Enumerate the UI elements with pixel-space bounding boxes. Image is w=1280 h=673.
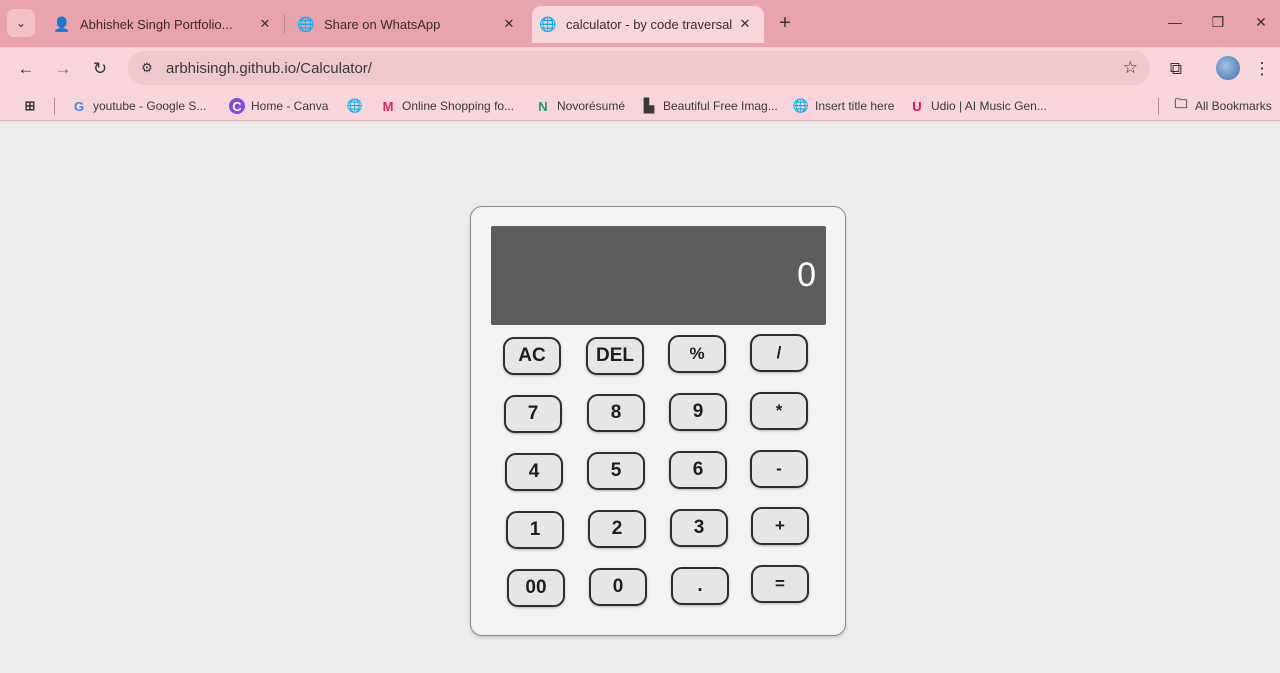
tab-title: Abhishek Singh Portfolio... xyxy=(80,17,233,32)
forward-arrow-icon[interactable]: → xyxy=(51,57,75,81)
key-clear[interactable]: AC xyxy=(503,337,561,375)
google-icon: G xyxy=(73,98,85,114)
new-tab-plus-icon[interactable]: + xyxy=(774,12,796,34)
key-delete[interactable]: DEL xyxy=(586,337,644,375)
site-info-icon[interactable]: ⚙ xyxy=(138,59,156,77)
person-icon: 👤 xyxy=(53,16,71,32)
bookmark-label: Novorésumé xyxy=(557,99,626,113)
close-icon[interactable]: ✕ xyxy=(736,15,754,33)
myntra-icon: M xyxy=(382,98,394,114)
bookmark-label: Beautiful Free Imag... xyxy=(663,99,778,113)
key-3[interactable]: 3 xyxy=(670,509,728,547)
key-double-zero[interactable]: 00 xyxy=(507,569,565,607)
key-9[interactable]: 9 xyxy=(669,393,727,431)
apps-grid-icon[interactable]: ⊞ xyxy=(22,97,38,115)
key-6[interactable]: 6 xyxy=(669,451,727,489)
bookmark-globe[interactable]: 🌐 xyxy=(347,97,369,115)
globe-icon: 🌐 xyxy=(297,16,315,32)
folder-icon: 🗀 xyxy=(1174,96,1188,111)
page-content: 0 AC DEL % / 7 8 9 * 4 5 6 - 1 2 3 + 00 … xyxy=(0,122,1280,673)
bookmark-divider xyxy=(54,98,55,115)
bookmark-insert-title[interactable]: 🌐 Insert title here xyxy=(793,97,894,115)
globe-icon: 🌐 xyxy=(346,98,364,113)
key-1[interactable]: 1 xyxy=(506,511,564,549)
bookmark-canva[interactable]: C Home - Canva xyxy=(229,97,328,115)
close-icon[interactable]: ✕ xyxy=(256,15,274,33)
key-7[interactable]: 7 xyxy=(504,395,562,433)
bookmark-label: Home - Canva xyxy=(251,99,329,113)
restore-icon[interactable]: ❐ xyxy=(1208,12,1228,32)
tab-divider xyxy=(284,14,285,34)
bookmark-unsplash[interactable]: ▙ Beautiful Free Imag... xyxy=(641,97,778,115)
profile-avatar[interactable] xyxy=(1216,56,1240,80)
url-text[interactable]: arbhisingh.github.io/Calculator/ xyxy=(166,60,372,77)
key-8[interactable]: 8 xyxy=(587,394,645,432)
toolbar: ← → ↻ ⚙ arbhisingh.github.io/Calculator/… xyxy=(0,47,1280,91)
key-equals[interactable]: = xyxy=(751,565,809,603)
browser-window: ⌄ 👤 Abhishek Singh Portfolio... ✕ 🌐 Shar… xyxy=(0,0,1280,673)
key-add[interactable]: + xyxy=(751,507,809,545)
tab-whatsapp[interactable]: 🌐 Share on WhatsApp ✕ xyxy=(288,6,528,43)
reload-icon[interactable]: ↻ xyxy=(88,57,112,81)
udio-icon: U xyxy=(912,98,922,114)
close-icon[interactable]: ✕ xyxy=(500,15,518,33)
all-bookmarks[interactable]: 🗀 All Bookmarks xyxy=(1173,96,1272,115)
tab-strip: ⌄ 👤 Abhishek Singh Portfolio... ✕ 🌐 Shar… xyxy=(0,0,1280,47)
key-0[interactable]: 0 xyxy=(589,568,647,606)
key-decimal[interactable]: . xyxy=(671,567,729,605)
key-percent[interactable]: % xyxy=(668,335,726,373)
bookmark-star-icon[interactable]: ☆ xyxy=(1123,58,1138,78)
minimize-icon[interactable]: — xyxy=(1165,12,1185,32)
key-4[interactable]: 4 xyxy=(505,453,563,491)
calculator: 0 AC DEL % / 7 8 9 * 4 5 6 - 1 2 3 + 00 … xyxy=(470,206,846,636)
key-subtract[interactable]: - xyxy=(750,450,808,488)
bookmark-divider xyxy=(1158,98,1159,115)
calculator-display: 0 xyxy=(491,226,826,325)
display-value: 0 xyxy=(797,256,816,294)
key-multiply[interactable]: * xyxy=(750,392,808,430)
tab-search-chevron-icon[interactable]: ⌄ xyxy=(7,9,35,37)
key-5[interactable]: 5 xyxy=(587,452,645,490)
extensions-puzzle-icon[interactable]: ⧉ xyxy=(1164,57,1188,81)
canva-icon: C xyxy=(229,98,245,114)
all-bookmarks-label: All Bookmarks xyxy=(1195,99,1272,113)
bookmark-myntra[interactable]: M Online Shopping fo... xyxy=(380,97,515,115)
novoresume-icon: N xyxy=(538,98,548,114)
bookmark-udio[interactable]: U Udio | AI Music Gen... xyxy=(909,97,1047,115)
address-bar[interactable]: ⚙ arbhisingh.github.io/Calculator/ ☆ xyxy=(128,51,1150,85)
tab-title: Share on WhatsApp xyxy=(324,17,441,32)
bookmarks-bar: ⊞ G youtube - Google S... C Home - Canva… xyxy=(0,91,1280,121)
tab-portfolio[interactable]: 👤 Abhishek Singh Portfolio... ✕ xyxy=(44,6,284,43)
bookmark-label: Online Shopping fo... xyxy=(402,99,515,113)
tab-calculator[interactable]: 🌐 calculator - by code traversal ✕ xyxy=(532,6,764,43)
globe-icon: 🌐 xyxy=(539,16,557,32)
bookmark-label: Udio | AI Music Gen... xyxy=(931,99,1047,113)
key-2[interactable]: 2 xyxy=(588,510,646,548)
back-arrow-icon[interactable]: ← xyxy=(14,57,38,81)
bookmark-label: Insert title here xyxy=(815,99,895,113)
bookmark-youtube[interactable]: G youtube - Google S... xyxy=(71,97,206,115)
bookmark-label: youtube - Google S... xyxy=(93,99,207,113)
menu-kebab-icon[interactable]: ⋮ xyxy=(1250,57,1274,81)
key-divide[interactable]: / xyxy=(750,334,808,372)
globe-icon: 🌐 xyxy=(792,98,810,113)
unsplash-icon: ▙ xyxy=(644,98,654,113)
tab-title: calculator - by code traversal xyxy=(566,17,733,32)
close-window-icon[interactable]: ✕ xyxy=(1251,12,1271,32)
bookmark-novoresume[interactable]: N Novorésumé xyxy=(535,97,625,115)
